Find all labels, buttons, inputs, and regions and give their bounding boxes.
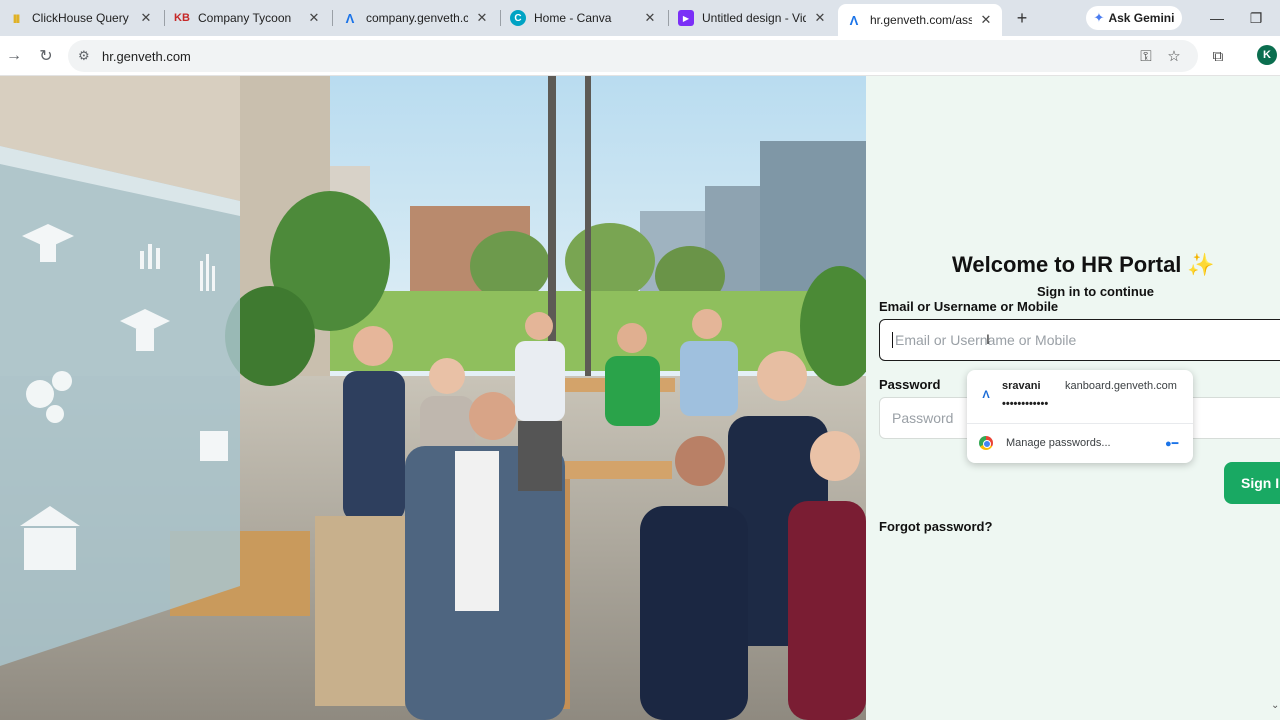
address-bar[interactable]: ⚙ hr.genveth.com — [68, 40, 1198, 72]
popup-divider — [967, 423, 1193, 424]
genveth-icon: Λ — [849, 12, 859, 28]
email-field[interactable]: Email or Username or Mobile — [879, 319, 1280, 361]
tab-title: company.genveth.com — [366, 11, 468, 25]
saved-credential-option[interactable]: Λ sravani kanboard.genveth.com •••••••••… — [967, 370, 1193, 422]
tab-title: hr.genveth.com/asses — [870, 13, 972, 27]
canva-icon: C — [510, 10, 526, 26]
clickhouse-icon: |||| — [12, 13, 20, 23]
genveth-icon: Λ — [345, 10, 355, 26]
password-label: Password — [879, 377, 941, 392]
site-info-icon[interactable]: ⚙ — [78, 48, 98, 64]
new-tab-button[interactable]: + — [1010, 6, 1034, 30]
saved-password-masked: •••••••••••• — [1002, 398, 1049, 410]
manage-passwords-option[interactable]: Manage passwords... ●━ — [967, 430, 1193, 458]
text-cursor-icon: I — [986, 331, 990, 347]
text-caret — [892, 332, 893, 348]
page-subtitle: Sign in to continue — [1037, 284, 1154, 299]
hero-image — [0, 76, 866, 720]
chrome-icon — [979, 436, 993, 450]
password-key-icon[interactable]: ⚿ — [1134, 44, 1158, 68]
sparkles-icon: ✨ — [1187, 252, 1215, 277]
tab-title: Untitled design - Vide — [702, 11, 806, 25]
saved-username: sravani — [1002, 380, 1041, 392]
key-icon: ●━ — [1165, 438, 1179, 450]
sign-in-button[interactable]: Sign In — [1224, 462, 1280, 504]
video-icon: ▶ — [678, 10, 694, 26]
extensions-icon[interactable]: ⧉ — [1206, 44, 1230, 68]
genveth-icon: Λ — [982, 389, 990, 401]
tab-strip: |||| ClickHouse Query ✕ KB Company Tycoo… — [0, 0, 1280, 36]
tab-company-genveth[interactable]: Λ company.genveth.com ✕ — [334, 4, 498, 32]
tab-untitled-design[interactable]: ▶ Untitled design - Vide ✕ — [670, 4, 836, 32]
tab-title: ClickHouse Query — [32, 11, 129, 25]
minimize-icon[interactable]: — — [1205, 6, 1229, 30]
password-autofill-popup: Λ sravani kanboard.genveth.com •••••••••… — [967, 370, 1193, 463]
browser-toolbar: → ↻ ⚙ hr.genveth.com ⚿ ☆ ⧉ — [0, 36, 1280, 76]
reload-icon[interactable]: ↻ — [34, 44, 58, 68]
restore-icon[interactable]: ❐ — [1244, 6, 1268, 30]
password-placeholder: Password — [892, 410, 954, 426]
close-icon[interactable]: ✕ — [812, 10, 828, 26]
tab-separator — [500, 10, 501, 26]
bookmark-star-icon[interactable]: ☆ — [1162, 44, 1186, 68]
gemini-sparkle-icon: ✦ — [1093, 10, 1105, 25]
forgot-password-link[interactable]: Forgot password? — [879, 519, 992, 534]
forward-icon[interactable]: → — [2, 44, 26, 68]
page-title: Welcome to HR Portal ✨ — [952, 252, 1215, 278]
tab-title: Home - Canva — [534, 11, 612, 25]
kb-icon: KB — [174, 12, 190, 24]
tab-separator — [332, 10, 333, 26]
ask-gemini-label: Ask Gemini — [1108, 11, 1175, 25]
saved-site: kanboard.genveth.com — [1065, 380, 1177, 392]
email-label: Email or Username or Mobile — [879, 299, 1059, 314]
profile-avatar[interactable]: K — [1257, 45, 1277, 65]
address-url: hr.genveth.com — [102, 48, 191, 64]
close-icon[interactable]: ✕ — [642, 10, 658, 26]
tab-company-tycoon[interactable]: KB Company Tycoon ✕ — [166, 4, 330, 32]
manage-passwords-label: Manage passwords... — [1006, 437, 1111, 449]
hero-illustration — [0, 76, 866, 720]
close-icon[interactable]: ✕ — [306, 10, 322, 26]
tab-clickhouse[interactable]: |||| ClickHouse Query ✕ — [0, 4, 162, 32]
tab-separator — [668, 10, 669, 26]
scroll-indicator-icon: ⌄ — [1271, 700, 1280, 711]
tab-separator — [164, 10, 165, 26]
page-title-text: Welcome to HR Portal — [952, 252, 1182, 277]
tab-title: Company Tycoon — [198, 11, 292, 25]
tab-canva[interactable]: C Home - Canva ✕ — [502, 4, 666, 32]
close-icon[interactable]: ✕ — [978, 12, 994, 28]
close-icon[interactable]: ✕ — [474, 10, 490, 26]
tab-hr-genveth-active[interactable]: Λ hr.genveth.com/asses ✕ — [838, 4, 1002, 36]
close-icon[interactable]: ✕ — [138, 10, 154, 26]
ask-gemini-button[interactable]: ✦ Ask Gemini — [1086, 6, 1182, 30]
